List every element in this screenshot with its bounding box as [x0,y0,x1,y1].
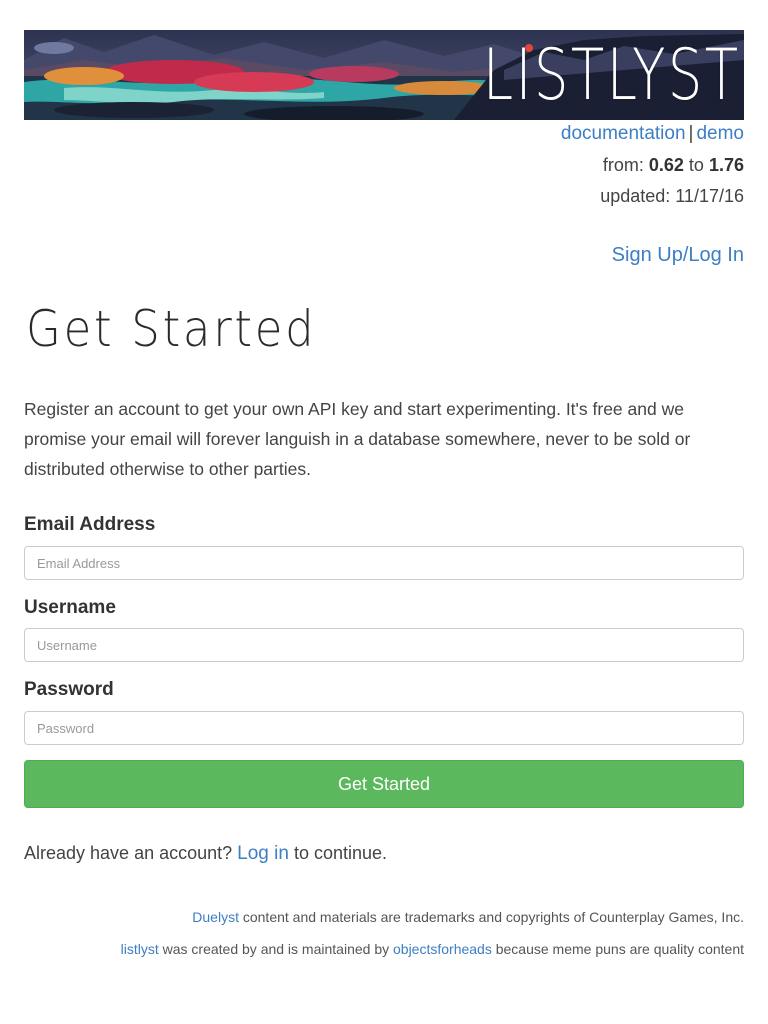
login-link[interactable]: Log in [237,843,289,864]
header-banner: LISTLYST [24,30,744,120]
password-label: Password [24,679,114,700]
footer-credits-text-2: because meme puns are quality content [495,941,744,957]
footer-trademark: Duelyst content and materials are tradem… [192,909,744,925]
footer-credits: listlyst was created by and is maintaine… [121,941,744,957]
version-from-value: 0.62 [648,155,684,175]
duelyst-link[interactable]: Duelyst [192,909,239,925]
updated-date: updated: 11/17/16 [600,186,744,206]
page: LISTLYST documentation | demo from: 0.62 t… [0,0,768,1024]
objectsforheads-link[interactable]: objectsforheads [393,941,492,957]
login-prompt-suffix: to continue. [293,843,388,863]
page-title: Get Started [26,300,317,358]
link-separator: | [688,123,694,144]
username-label: Username [24,597,116,618]
version-from-label: from: [602,155,644,175]
documentation-link[interactable]: documentation [561,123,686,144]
version-to-value: 1.76 [708,155,744,175]
site-logo[interactable]: LISTLYST [482,34,740,116]
version-to-label: to [688,155,704,175]
email-field[interactable] [24,546,744,580]
signup-login-row: Sign Up/Log In [612,244,744,267]
password-field[interactable] [24,711,744,745]
header-links: documentation | demo [561,123,744,145]
listlyst-link[interactable]: listlyst [121,941,159,957]
intro-text: Register an account to get your own API … [24,399,691,479]
login-prompt: Already have an account? Log in to conti… [24,843,387,865]
footer-credits-text-1: was created by and is maintained by [162,941,390,957]
username-field[interactable] [24,628,744,662]
get-started-button[interactable]: Get Started [24,760,744,808]
email-label: Email Address [24,514,156,535]
demo-link[interactable]: demo [696,123,744,144]
signup-login-link[interactable]: Sign Up/Log In [612,244,744,266]
login-prompt-prefix: Already have an account? [24,843,233,863]
footer-trademark-text: content and materials are trademarks and… [242,909,744,925]
version-range: from: 0.62 to 1.76 [603,155,744,176]
